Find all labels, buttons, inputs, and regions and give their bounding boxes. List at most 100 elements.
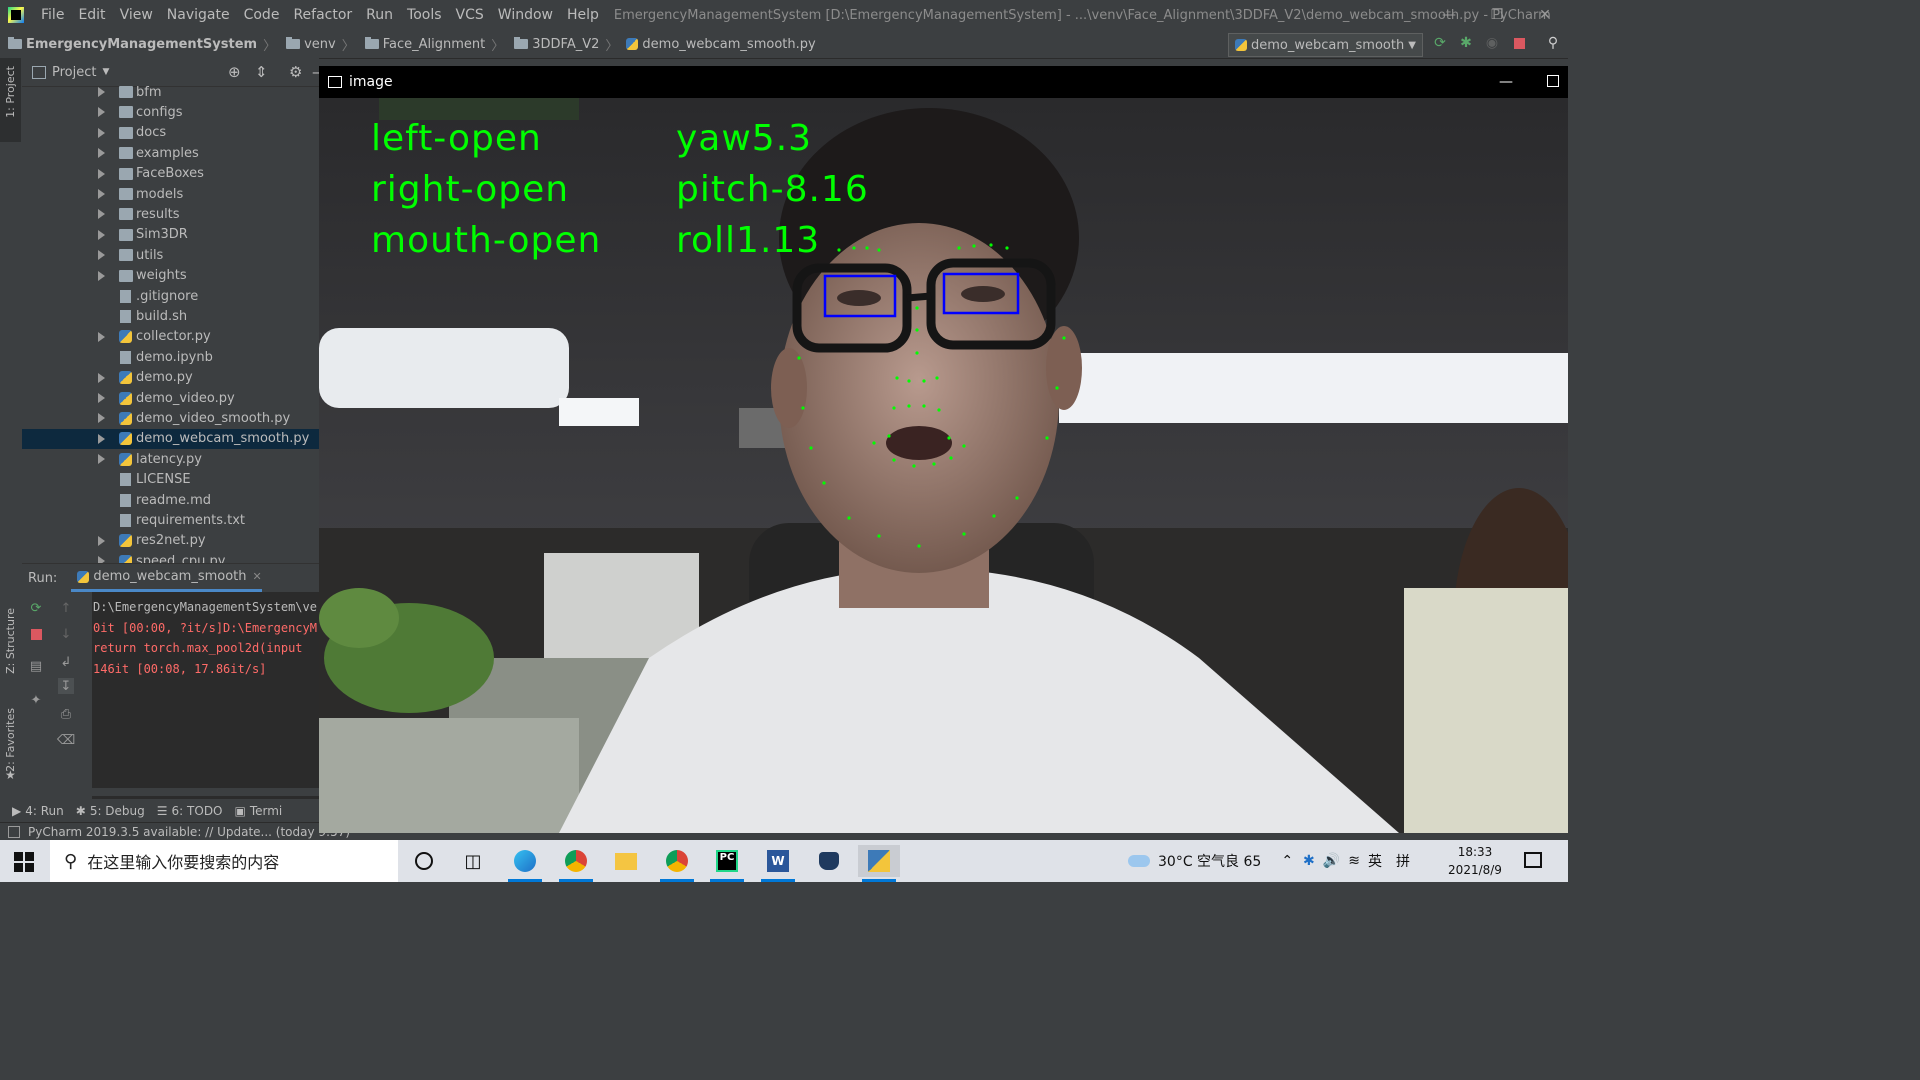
- tree-item[interactable]: .gitignore: [22, 286, 319, 306]
- tree-item[interactable]: collector.py: [22, 327, 319, 347]
- print-icon[interactable]: ⎙: [58, 706, 74, 722]
- image-window[interactable]: image — left-open right-open mouth-open …: [319, 66, 1568, 833]
- chevron-up-icon[interactable]: ⌃: [1281, 853, 1293, 869]
- tree-item[interactable]: build.sh: [22, 306, 319, 326]
- tree-item[interactable]: results: [22, 204, 319, 224]
- run-console-output[interactable]: D:\EmergencyManagementSystem\ve 0it [00:0…: [92, 592, 319, 788]
- tree-item[interactable]: configs: [22, 102, 319, 122]
- gear-icon[interactable]: ⚙: [289, 63, 302, 81]
- file-explorer-icon[interactable]: [605, 845, 647, 877]
- rerun-icon[interactable]: ⟳: [28, 600, 44, 616]
- rerun-icon[interactable]: ⟳: [1432, 35, 1448, 51]
- menu-refactor[interactable]: Refactor: [286, 7, 359, 23]
- ime-mode[interactable]: 拼: [1396, 851, 1410, 871]
- collapse-all-icon[interactable]: ⇕: [255, 63, 268, 81]
- python-window-icon[interactable]: [858, 845, 900, 882]
- status-message[interactable]: PyCharm 2019.3.5 available: // Update...…: [28, 825, 350, 839]
- bottom-tab[interactable]: ✱ 5: Debug: [76, 804, 145, 818]
- trash-icon[interactable]: ⌫: [57, 732, 75, 748]
- scroll-to-end-icon[interactable]: ↧: [58, 678, 74, 694]
- tree-item[interactable]: demo.py: [22, 368, 319, 388]
- breadcrumb-item[interactable]: 3DDFA_V2: [506, 37, 599, 52]
- close-icon[interactable]: ✕: [253, 570, 262, 583]
- coverage-icon[interactable]: ◉: [1484, 35, 1500, 51]
- breadcrumb-item[interactable]: venv: [278, 37, 336, 52]
- chrome-icon[interactable]: [555, 845, 597, 882]
- menu-vcs[interactable]: VCS: [449, 7, 491, 23]
- tree-item[interactable]: demo_video_smooth.py: [22, 408, 319, 428]
- menu-view[interactable]: View: [113, 7, 160, 23]
- expand-arrow-icon[interactable]: [98, 535, 105, 546]
- cat-app-icon[interactable]: [808, 845, 850, 877]
- chrome-icon-2[interactable]: [656, 845, 698, 882]
- horizontal-scrollbar[interactable]: [92, 788, 319, 796]
- run-config-dropdown[interactable]: demo_webcam_smooth ▼: [1228, 33, 1423, 57]
- bottom-tab[interactable]: ☰ 6: TODO: [157, 804, 223, 818]
- chevron-down-icon[interactable]: ▼: [102, 67, 109, 77]
- menu-window[interactable]: Window: [491, 7, 560, 23]
- taskbar-clock[interactable]: 18:33 2021/8/9: [1438, 843, 1512, 879]
- ime-language[interactable]: 英: [1368, 851, 1382, 871]
- down-arrow-icon[interactable]: ↓: [58, 626, 74, 642]
- tree-item[interactable]: Sim3DR: [22, 225, 319, 245]
- tree-item[interactable]: demo_video.py: [22, 388, 319, 408]
- expand-arrow-icon[interactable]: [98, 229, 105, 240]
- menu-file[interactable]: File: [34, 7, 71, 23]
- volume-icon[interactable]: 🔊: [1323, 853, 1340, 869]
- minimize-button[interactable]: —: [1499, 74, 1513, 90]
- tool-window-toggle-icon[interactable]: [8, 826, 20, 838]
- expand-arrow-icon[interactable]: [98, 433, 105, 444]
- taskbar-search-box[interactable]: ⚲ 在这里输入你要搜索的内容: [50, 840, 398, 882]
- tree-item[interactable]: demo_webcam_smooth.py: [22, 428, 319, 449]
- breadcrumb-item[interactable]: EmergencyManagementSystem: [0, 37, 257, 52]
- menu-tools[interactable]: Tools: [400, 7, 449, 23]
- expand-arrow-icon[interactable]: [98, 454, 105, 465]
- bottom-tab[interactable]: ▣ Termi: [235, 804, 283, 818]
- task-view-icon[interactable]: ◫: [452, 845, 494, 877]
- tree-item[interactable]: docs: [22, 123, 319, 143]
- run-tab[interactable]: demo_webcam_smooth ✕: [71, 564, 262, 592]
- expand-arrow-icon[interactable]: [98, 393, 105, 403]
- expand-arrow-icon[interactable]: [98, 372, 105, 383]
- tree-item[interactable]: demo.ipynb: [22, 347, 319, 367]
- breadcrumb-item[interactable]: demo_webcam_smooth.py: [620, 37, 816, 52]
- tree-item[interactable]: LICENSE: [22, 470, 319, 490]
- menu-navigate[interactable]: Navigate: [160, 7, 237, 23]
- debug-icon[interactable]: ✱: [1458, 35, 1474, 51]
- soft-wrap-icon[interactable]: ↲: [58, 654, 74, 670]
- expand-arrow-icon[interactable]: [98, 107, 105, 118]
- breadcrumb-item[interactable]: Face_Alignment: [357, 37, 485, 52]
- tree-item[interactable]: latency.py: [22, 449, 319, 469]
- expand-arrow-icon[interactable]: [98, 413, 105, 424]
- tree-item[interactable]: bfm: [22, 82, 319, 102]
- weather-text[interactable]: 30°C 空气良 65: [1158, 851, 1261, 871]
- expand-arrow-icon[interactable]: [98, 209, 105, 220]
- expand-arrow-icon[interactable]: [98, 87, 105, 97]
- restore-button[interactable]: ❐: [1474, 0, 1520, 30]
- expand-arrow-icon[interactable]: [98, 331, 105, 342]
- locate-icon[interactable]: ⊕: [228, 63, 241, 81]
- stop-icon[interactable]: [28, 626, 44, 642]
- edge-icon[interactable]: [504, 845, 546, 882]
- expand-arrow-icon[interactable]: [98, 148, 105, 159]
- maximize-button[interactable]: [1547, 75, 1559, 87]
- expand-arrow-icon[interactable]: [98, 168, 105, 179]
- tree-item[interactable]: FaceBoxes: [22, 164, 319, 184]
- tree-item[interactable]: res2net.py: [22, 531, 319, 551]
- wifi-icon[interactable]: ≋: [1348, 853, 1360, 869]
- minimize-button[interactable]: —: [1426, 0, 1472, 30]
- tree-item[interactable]: models: [22, 184, 319, 204]
- expand-arrow-icon[interactable]: [98, 270, 105, 281]
- up-arrow-icon[interactable]: ↑: [58, 600, 74, 616]
- expand-arrow-icon[interactable]: [98, 189, 105, 199]
- expand-arrow-icon[interactable]: [98, 250, 105, 261]
- image-window-titlebar[interactable]: image —: [319, 66, 1568, 98]
- cortana-icon[interactable]: [403, 845, 445, 877]
- notification-icon[interactable]: [1524, 852, 1542, 868]
- project-view-title[interactable]: Project: [52, 65, 96, 80]
- windows-start-icon[interactable]: [14, 852, 34, 872]
- expand-arrow-icon[interactable]: [98, 556, 105, 563]
- project-tool-tab[interactable]: 1: Project: [0, 58, 21, 142]
- menu-code[interactable]: Code: [237, 7, 287, 23]
- pin-icon[interactable]: ✦: [28, 692, 44, 708]
